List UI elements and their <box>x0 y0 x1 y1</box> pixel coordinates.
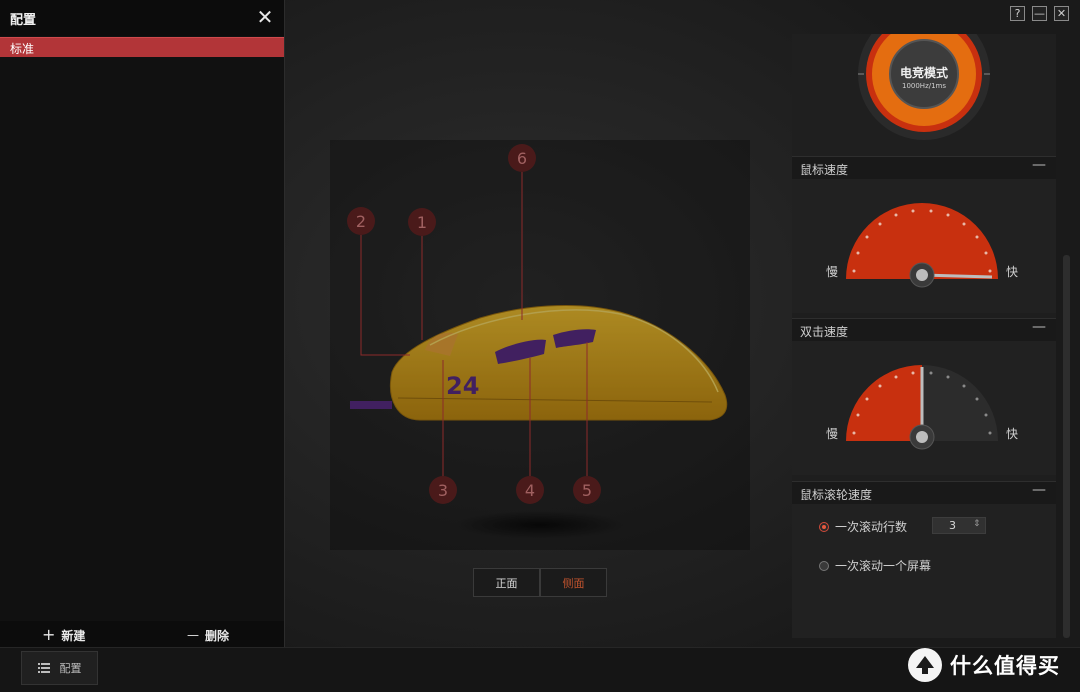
bottom-config-label: 配置 <box>59 662 82 675</box>
wheel-speed-collapse-button[interactable]: — <box>1030 482 1048 498</box>
watermark-logo-icon <box>916 656 934 674</box>
svg-text:1: 1 <box>417 213 427 232</box>
svg-text:2: 2 <box>356 212 366 231</box>
double-click-speed-section: 慢 快 <box>792 341 1056 475</box>
config-panel-footer: + 新建 — 删除 <box>0 621 284 647</box>
report-rate-sub-label: 1000Hz/1ms <box>901 82 947 90</box>
wheel-speed-title: 鼠标滚轮速度 <box>800 488 873 502</box>
side-view-button[interactable]: 侧面 <box>540 568 607 597</box>
double-click-speed-title: 双击速度 <box>800 325 849 339</box>
callout-marker-5[interactable]: 5 <box>573 476 601 504</box>
watermark: 什么值得买 <box>908 645 1060 685</box>
list-icon <box>37 663 50 673</box>
watermark-text: 什么值得买 <box>950 654 1060 678</box>
report-rate-section: 电竞模式 1000Hz/1ms <box>792 34 1056 156</box>
scroll-lines-stepper[interactable]: 3 ⇕ <box>932 517 986 534</box>
wheel-speed-header: 鼠标滚轮速度 — <box>792 481 1056 504</box>
double-click-fast-label: 快 <box>1006 427 1019 441</box>
report-rate-mode-label: 电竞模式 <box>899 66 948 80</box>
config-panel-title: 配置 <box>10 13 37 28</box>
bottom-config-button[interactable]: 配置 <box>21 651 98 685</box>
mouse-speed-header: 鼠标速度 — <box>792 156 1056 179</box>
help-button[interactable]: ? <box>1010 6 1025 21</box>
double-click-speed-header: 双击速度 — <box>792 318 1056 341</box>
wheel-option-lines[interactable]: 一次滚动行数 <box>819 518 907 535</box>
front-view-button[interactable]: 正面 <box>473 568 540 597</box>
callout-marker-2[interactable]: 2 <box>347 207 375 235</box>
scroll-lines-value: 3 <box>949 519 956 532</box>
minus-icon: — <box>187 628 199 642</box>
mouse-speed-gauge[interactable] <box>842 201 1002 289</box>
svg-text:5: 5 <box>582 481 592 500</box>
delete-profile-button[interactable]: — 删除 <box>187 626 229 644</box>
svg-text:6: 6 <box>517 149 527 168</box>
close-window-button[interactable]: ✕ <box>1054 6 1069 21</box>
plus-icon: + <box>42 625 56 644</box>
mouse-diagram: 24 2 1 6 3 4 5 <box>330 140 750 550</box>
watermark-logo <box>908 648 942 682</box>
new-profile-label: 新建 <box>61 628 86 643</box>
mouse-speed-title: 鼠标速度 <box>800 163 849 177</box>
wheel-option-screen-label: 一次滚动一个屏幕 <box>835 559 932 573</box>
double-click-slow-label: 慢 <box>826 427 839 441</box>
close-icon[interactable]: ✕ <box>255 6 275 28</box>
svg-text:3: 3 <box>438 481 448 500</box>
mouse-speed-fast-label: 快 <box>1006 265 1019 279</box>
wheel-option-screen-radio[interactable] <box>819 560 829 571</box>
profile-item-label: 标准 <box>10 42 35 56</box>
mouse-speed-slow-label: 慢 <box>826 265 839 279</box>
svg-text:4: 4 <box>525 481 535 500</box>
delete-profile-label: 删除 <box>205 628 230 643</box>
wheel-option-lines-label: 一次滚动行数 <box>835 520 908 534</box>
mouse-speed-section: 慢 快 <box>792 179 1056 313</box>
minimize-button[interactable]: — <box>1032 6 1047 21</box>
double-click-speed-gauge[interactable] <box>842 363 1002 451</box>
settings-scrollbar-thumb[interactable] <box>1063 255 1070 638</box>
callout-marker-1[interactable]: 1 <box>408 208 436 236</box>
double-click-speed-collapse-button[interactable]: — <box>1030 319 1048 335</box>
wheel-option-screen[interactable]: 一次滚动一个屏幕 <box>819 557 931 574</box>
callout-marker-3[interactable]: 3 <box>429 476 457 504</box>
wheel-option-lines-radio[interactable] <box>819 521 829 532</box>
callout-marker-4[interactable]: 4 <box>516 476 544 504</box>
callout-marker-6[interactable]: 6 <box>508 144 536 172</box>
stepper-arrows-icon[interactable]: ⇕ <box>973 519 981 529</box>
new-profile-button[interactable]: + 新建 <box>42 626 85 644</box>
config-panel-header: 配置 ✕ <box>0 0 284 36</box>
mouse-speed-collapse-button[interactable]: — <box>1030 157 1048 173</box>
profile-item-standard[interactable]: 标准 <box>0 37 284 57</box>
config-panel <box>0 0 285 647</box>
